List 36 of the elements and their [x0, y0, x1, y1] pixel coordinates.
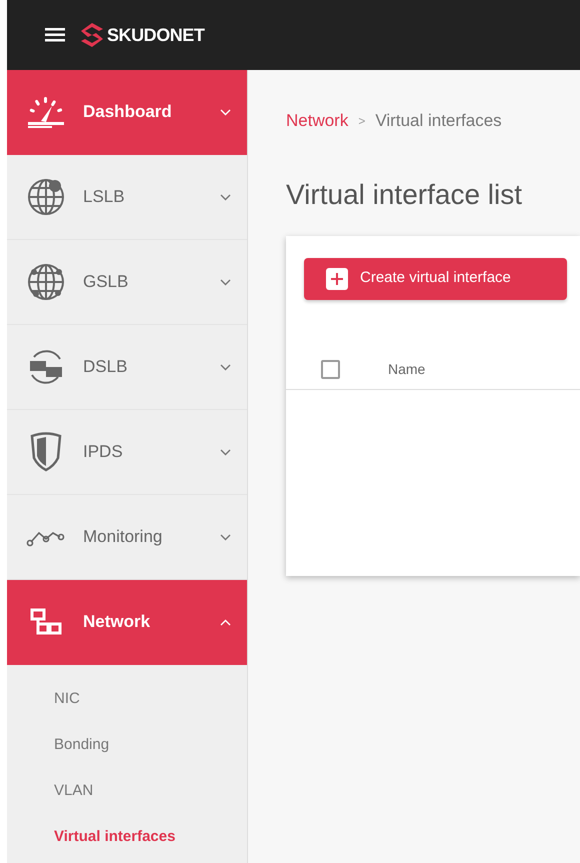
chevron-icon	[220, 108, 231, 116]
chevron-icon	[220, 448, 231, 456]
sidebar-item-label: Network	[83, 611, 152, 634]
chevron-icon	[220, 194, 231, 200]
sidebar-item[interactable]: Dashboard	[7, 70, 247, 155]
sidebar-item-label: Dashboard	[83, 101, 173, 124]
create-button[interactable]: Create virtual interface	[304, 258, 567, 300]
sidebar-item-label: GSLB	[83, 271, 130, 294]
submenu-item[interactable]: VLAN	[7, 779, 247, 803]
chevron-icon	[220, 534, 231, 540]
sidebar-item-label: IPDS	[83, 441, 124, 464]
globe-pin-icon	[26, 177, 66, 217]
chevron-icon	[220, 618, 231, 626]
network-icon	[29, 607, 63, 637]
breadcrumb-separator: >	[358, 112, 366, 130]
gauge-icon	[26, 95, 66, 129]
submenu-item[interactable]: Bonding	[7, 733, 247, 757]
breadcrumb-current: Virtual interfaces	[375, 110, 502, 132]
globe-nodes-icon	[26, 262, 66, 302]
select-all-checkbox[interactable]	[321, 360, 340, 378]
plus-icon	[326, 268, 348, 290]
sidebar-item-label: DSLB	[83, 356, 128, 378]
submenu-item[interactable]: NIC	[7, 687, 247, 711]
shield-icon	[28, 432, 64, 472]
page-title: Virtual interface list	[286, 178, 524, 212]
logo-icon	[81, 23, 103, 47]
logo-text: SKUDONET	[107, 24, 204, 46]
sidebar-item-label: Monitoring	[83, 526, 164, 548]
chevron-icon	[220, 278, 231, 286]
menu-icon[interactable]	[45, 28, 65, 42]
breadcrumb-link[interactable]: Network	[286, 108, 348, 134]
chevron-icon	[220, 364, 231, 370]
sidebar-item-label: LSLB	[83, 186, 126, 208]
sidebar-item[interactable]: Network	[7, 580, 247, 665]
submenu-item[interactable]: Virtual interfaces	[7, 825, 247, 849]
column-header: Name	[388, 360, 426, 378]
